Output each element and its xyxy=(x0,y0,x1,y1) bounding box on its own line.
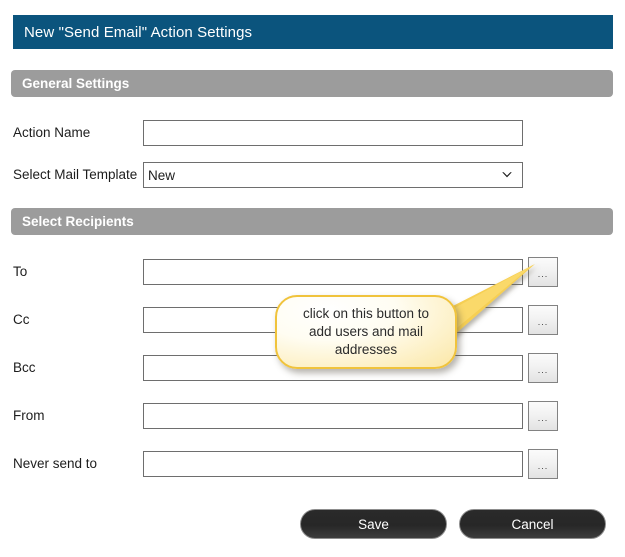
callout-text: click on this button to add users and ma… xyxy=(293,305,439,359)
settings-dialog: New "Send Email" Action Settings General… xyxy=(0,0,625,557)
chevron-down-icon xyxy=(502,172,512,178)
ellipsis-icon: ... xyxy=(537,316,549,327)
label-never-send-to: Never send to xyxy=(13,456,98,471)
mail-template-selected-value: New xyxy=(148,167,176,183)
cc-browse-button[interactable]: ... xyxy=(528,305,558,335)
section-title-select-recipients: Select Recipients xyxy=(22,214,134,229)
mail-template-select[interactable]: New xyxy=(143,162,523,188)
section-header-general-settings: General Settings xyxy=(11,70,613,97)
to-input[interactable] xyxy=(143,259,523,285)
page-title: New "Send Email" Action Settings xyxy=(24,23,253,41)
ellipsis-icon: ... xyxy=(537,268,549,279)
form-row-from: From ... xyxy=(0,401,625,433)
label-bcc: Bcc xyxy=(13,360,36,375)
never-send-to-browse-button[interactable]: ... xyxy=(528,449,558,479)
dialog-title-bar: New "Send Email" Action Settings xyxy=(13,15,613,49)
ellipsis-icon: ... xyxy=(537,364,549,375)
callout-bubble[interactable]: click on this button to add users and ma… xyxy=(275,295,457,369)
to-browse-button[interactable]: ... xyxy=(528,257,558,287)
form-row-to: To ... xyxy=(0,257,625,289)
never-send-to-input[interactable] xyxy=(143,451,523,477)
save-button-label: Save xyxy=(358,516,389,532)
label-to: To xyxy=(13,264,28,279)
ellipsis-icon: ... xyxy=(537,460,549,471)
label-from: From xyxy=(13,408,45,423)
callout-line-1: click on this button to xyxy=(302,306,430,321)
label-select-mail-template: Select Mail Template xyxy=(13,167,138,182)
cancel-button[interactable]: Cancel xyxy=(459,509,606,539)
section-header-select-recipients: Select Recipients xyxy=(11,208,613,235)
callout-line-3: addresses xyxy=(334,342,398,357)
from-browse-button[interactable]: ... xyxy=(528,401,558,431)
action-name-input[interactable] xyxy=(143,120,523,146)
label-cc: Cc xyxy=(13,312,30,327)
form-row-action-name: Action Name xyxy=(0,120,625,150)
form-row-mail-template: Select Mail Template New xyxy=(0,162,625,192)
mail-template-select-box[interactable]: New xyxy=(143,162,523,188)
save-button[interactable]: Save xyxy=(300,509,447,539)
from-input[interactable] xyxy=(143,403,523,429)
cancel-button-label: Cancel xyxy=(511,516,554,532)
ellipsis-icon: ... xyxy=(537,412,549,423)
callout-line-2: add users and mail xyxy=(308,324,424,339)
form-row-never-send-to: Never send to ... xyxy=(0,449,625,481)
section-title-general-settings: General Settings xyxy=(22,76,130,91)
label-action-name: Action Name xyxy=(13,125,91,140)
bcc-browse-button[interactable]: ... xyxy=(528,353,558,383)
